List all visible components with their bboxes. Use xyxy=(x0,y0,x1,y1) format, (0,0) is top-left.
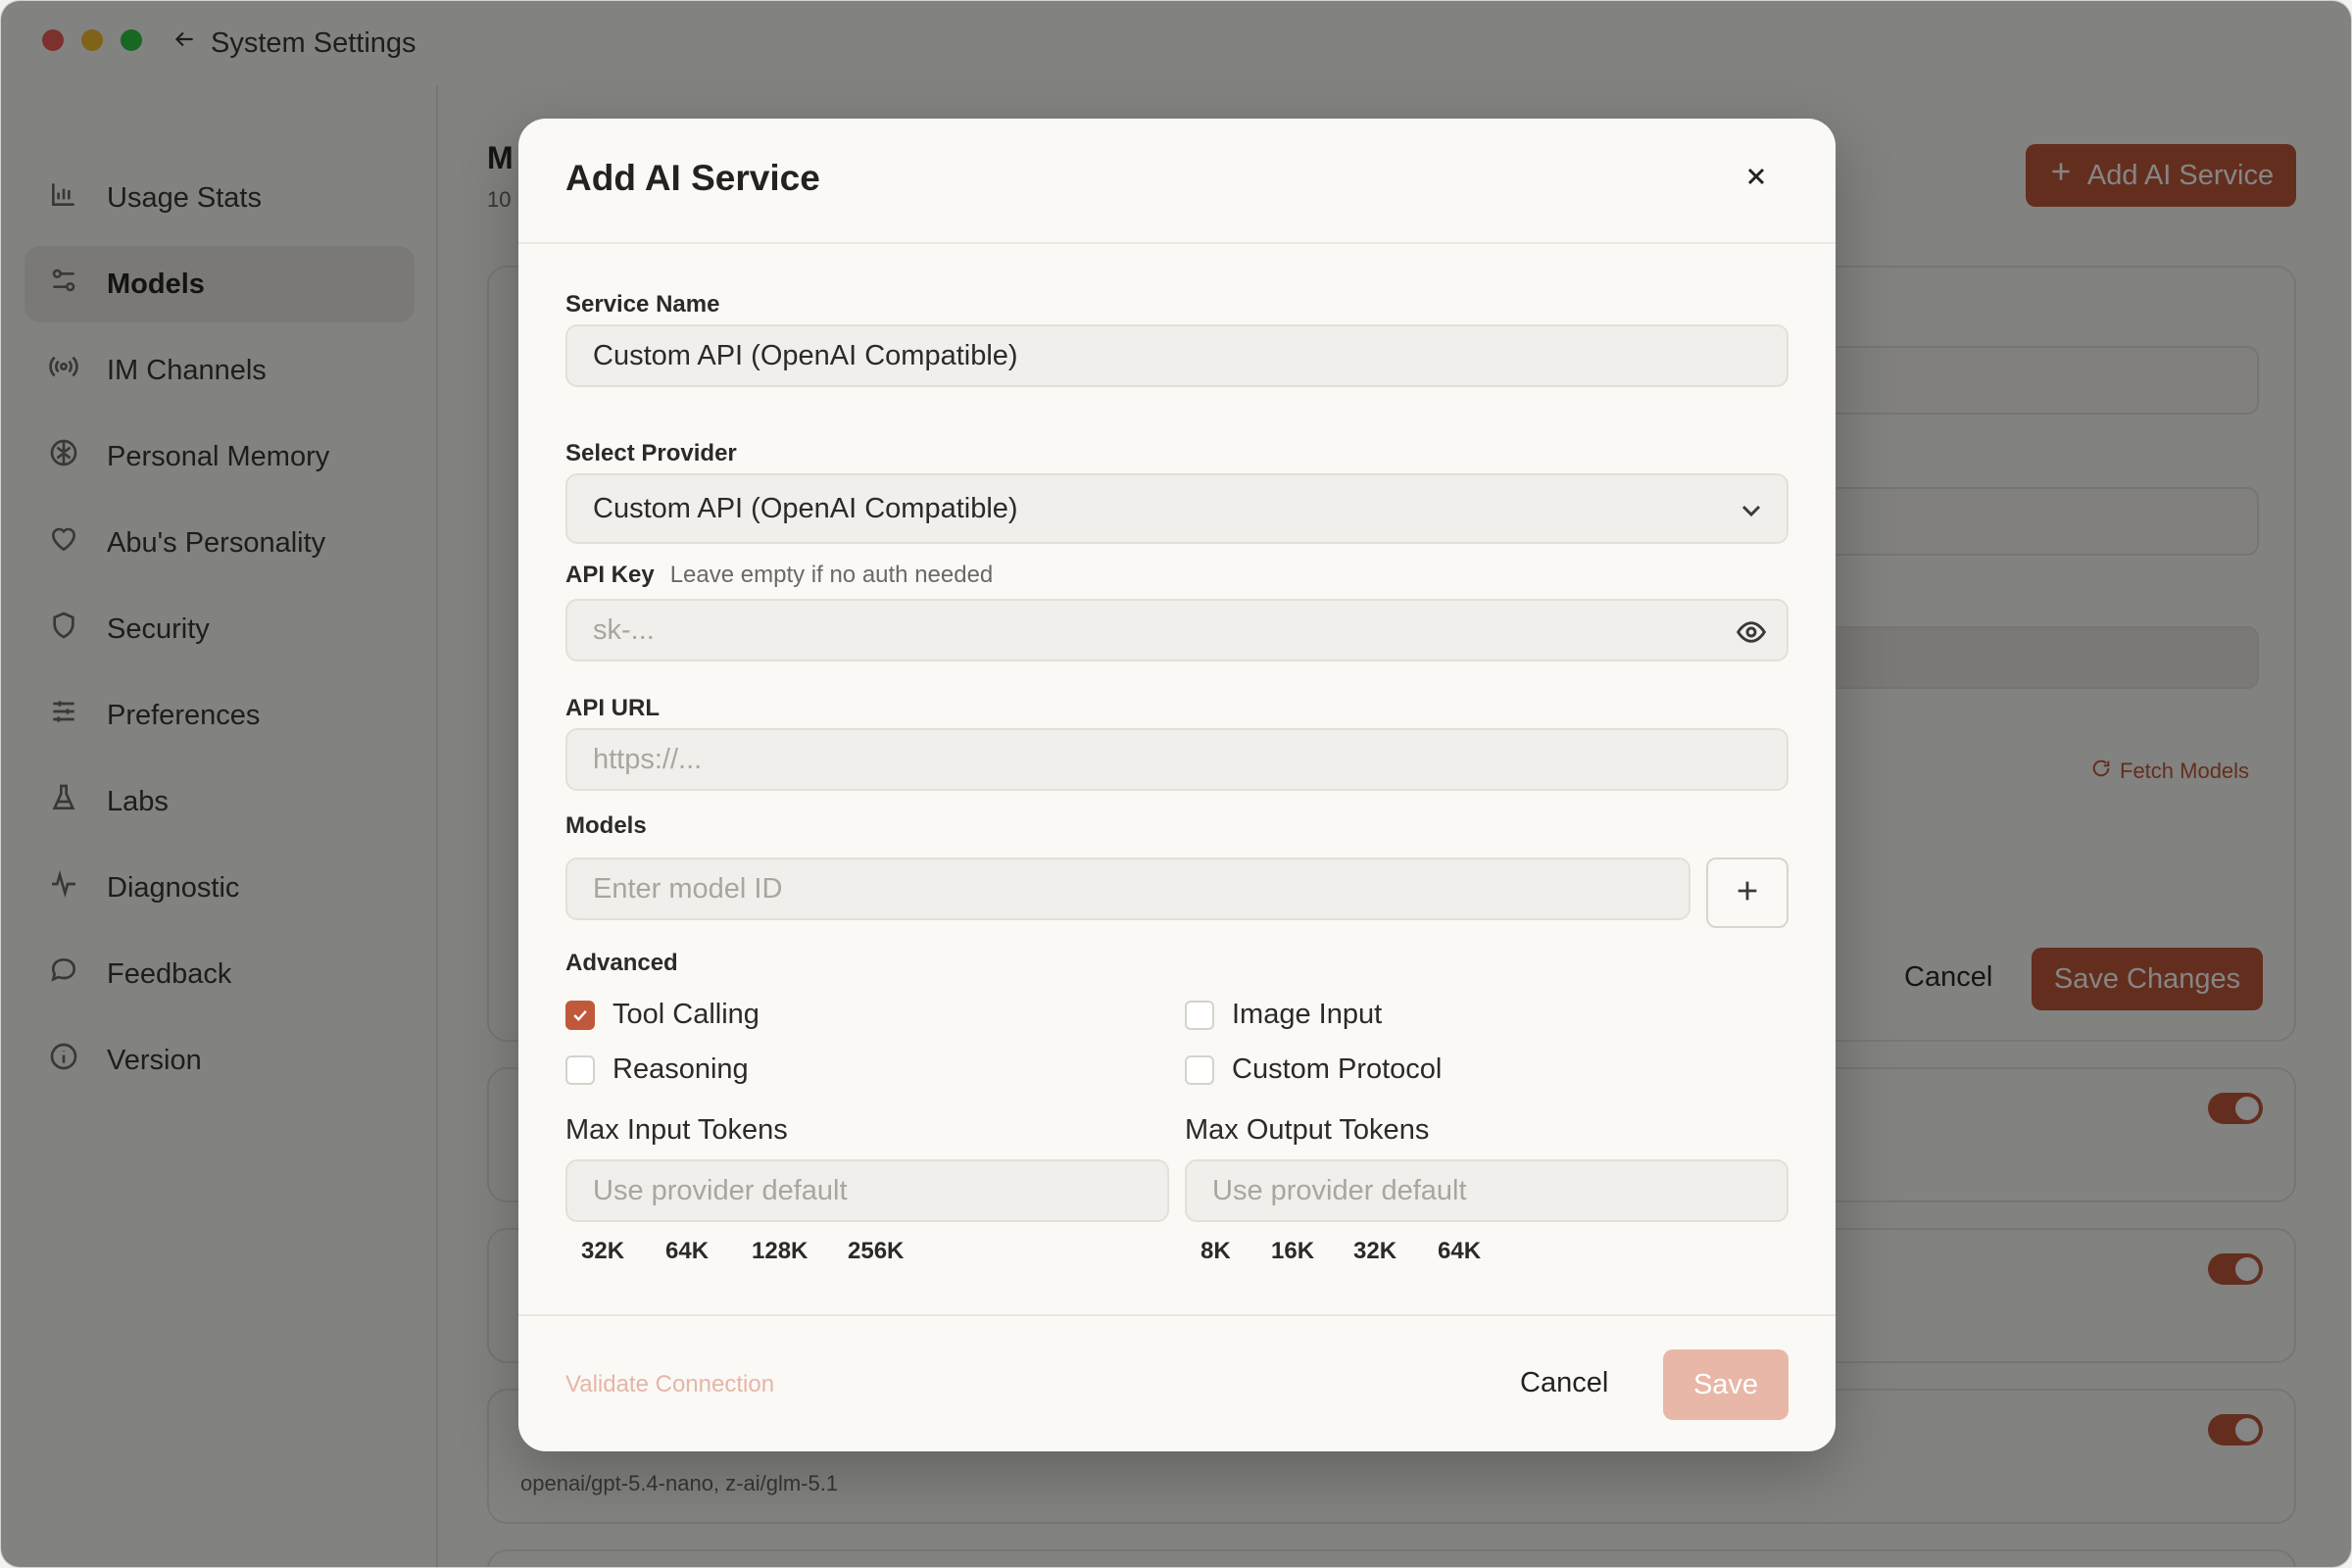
cancel-button[interactable]: Cancel xyxy=(1520,1367,1608,1399)
close-icon xyxy=(1744,165,1768,193)
api-key-placeholder: sk-... xyxy=(593,613,655,646)
input-preset-chip[interactable]: 32K xyxy=(581,1238,624,1265)
checkbox-box[interactable] xyxy=(1185,1054,1214,1085)
api-key-hint: Leave empty if no auth needed xyxy=(669,562,994,588)
output-preset-chip[interactable]: 64K xyxy=(1438,1238,1481,1265)
eye-icon[interactable] xyxy=(1736,616,1767,648)
check-icon xyxy=(573,1009,587,1021)
api-url-input[interactable]: https://... xyxy=(565,728,1788,791)
provider-select-value: Custom API (OpenAI Compatible) xyxy=(593,492,1018,524)
settings-window: System Settings Usage Stats Models IM Ch… xyxy=(0,0,2352,1568)
add-ai-service-modal: Add AI Service Service Name Custom API (… xyxy=(518,119,1836,1451)
validate-connection-button[interactable]: Validate Connection xyxy=(565,1371,774,1398)
close-modal-button[interactable] xyxy=(1736,158,1777,199)
chevron-down-icon xyxy=(1736,495,1767,526)
provider-select[interactable]: Custom API (OpenAI Compatible) xyxy=(565,473,1788,544)
checkbox-box[interactable] xyxy=(565,1054,595,1085)
models-label: Models xyxy=(565,812,647,839)
output-preset-chip[interactable]: 8K xyxy=(1200,1238,1231,1265)
modal-title: Add AI Service xyxy=(565,158,820,198)
tool-calling-checkbox[interactable]: Tool Calling xyxy=(565,999,760,1031)
max-output-tokens-input[interactable]: Use provider default xyxy=(1185,1159,1788,1222)
max-input-tokens-label: Max Input Tokens xyxy=(565,1114,788,1146)
checkbox-label: Custom Protocol xyxy=(1232,1054,1443,1085)
api-key-label: API Key Leave empty if no auth needed xyxy=(565,562,993,589)
service-name-input[interactable]: Custom API (OpenAI Compatible) xyxy=(565,324,1788,387)
max-input-tokens-input[interactable]: Use provider default xyxy=(565,1159,1169,1222)
reasoning-checkbox[interactable]: Reasoning xyxy=(565,1054,749,1086)
advanced-label: Advanced xyxy=(565,950,678,976)
checkbox-label: Tool Calling xyxy=(612,999,760,1030)
provider-label: Select Provider xyxy=(565,440,737,466)
max-output-tokens-label: Max Output Tokens xyxy=(1185,1114,1430,1146)
input-preset-chip[interactable]: 128K xyxy=(752,1238,808,1265)
checkbox-label: Image Input xyxy=(1232,999,1383,1030)
input-preset-chip[interactable]: 256K xyxy=(848,1238,904,1265)
input-preset-chip[interactable]: 64K xyxy=(665,1238,709,1265)
model-id-input[interactable]: Enter model ID xyxy=(565,858,1690,920)
add-model-button[interactable] xyxy=(1706,858,1788,928)
api-key-label-text: API Key xyxy=(565,562,655,588)
api-url-label: API URL xyxy=(565,695,660,721)
checkbox-box[interactable] xyxy=(1185,1000,1214,1030)
image-input-checkbox[interactable]: Image Input xyxy=(1185,999,1382,1031)
output-preset-chip[interactable]: 32K xyxy=(1353,1238,1396,1265)
api-key-input[interactable]: sk-... xyxy=(565,599,1788,662)
save-button[interactable]: Save xyxy=(1663,1349,1788,1420)
modal-header: Add AI Service xyxy=(518,119,1836,244)
service-name-label: Service Name xyxy=(565,291,720,318)
checkbox-label: Reasoning xyxy=(612,1054,749,1085)
plus-icon xyxy=(1734,877,1761,909)
checkbox-box[interactable] xyxy=(565,1000,595,1030)
custom-protocol-checkbox[interactable]: Custom Protocol xyxy=(1185,1054,1442,1086)
output-preset-chip[interactable]: 16K xyxy=(1271,1238,1314,1265)
